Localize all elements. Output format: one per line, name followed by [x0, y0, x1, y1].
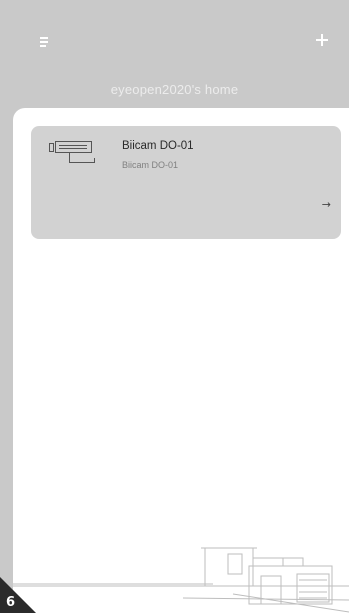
app-header: eyeopen2020's home	[0, 0, 349, 110]
page-number: 6	[6, 595, 16, 610]
device-card[interactable]: Biicam DO-01 Biicam DO-01 →	[31, 126, 341, 239]
house-illustration	[13, 547, 349, 613]
device-list-panel: Biicam DO-01 Biicam DO-01 →	[13, 108, 349, 613]
plus-icon[interactable]	[316, 34, 328, 46]
camera-device-icon	[49, 141, 95, 163]
device-name: Biicam DO-01	[122, 140, 194, 152]
arrow-right-icon[interactable]: →	[322, 198, 331, 211]
menu-icon[interactable]	[40, 37, 50, 47]
device-model: Biicam DO-01	[122, 160, 179, 170]
home-title: eyeopen2020's home	[110, 82, 239, 97]
